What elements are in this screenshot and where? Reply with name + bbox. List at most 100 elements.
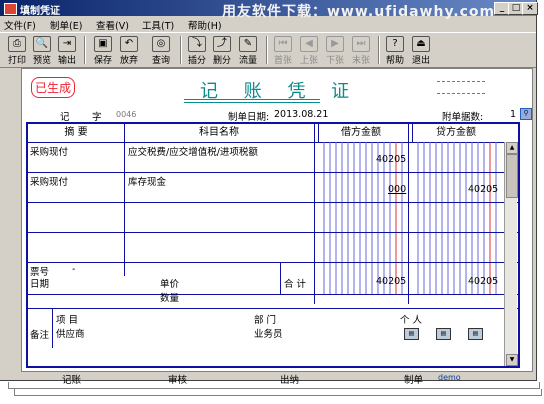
voucher-number: 0046 <box>116 110 137 119</box>
maker-value: demo <box>438 373 461 382</box>
query-button[interactable]: ◎ 查询 <box>150 35 172 66</box>
insert-line-button[interactable]: ⤵ 插分 <box>186 35 208 66</box>
total-label: 合 计 <box>284 279 307 290</box>
divider <box>318 124 319 142</box>
status-stamp: 已生成 <box>31 77 76 98</box>
cashflow-icon: ✎ <box>239 36 257 52</box>
toolbar-separator <box>180 36 182 64</box>
export-button[interactable]: ⇥ 输出 <box>56 35 78 66</box>
date-label: 制单日期: <box>228 112 270 123</box>
menu-edit[interactable]: 制单(E) <box>50 18 82 32</box>
voucher-window: 填制凭证 用友软件下载：www.ufidawhy.com _ □ × 文件(F)… <box>0 0 538 386</box>
binoculars-icon: ◎ <box>152 36 170 52</box>
entry-table: 摘 要 科目名称 借方金额 贷方金额 采购现付 应交税费/应交增值税/进项税额 … <box>26 122 520 368</box>
row-debit[interactable]: 000 <box>388 184 406 195</box>
header-account: 科目名称 <box>124 124 314 143</box>
voucher-no-label: 字 <box>92 112 102 123</box>
dotted-line <box>437 93 485 94</box>
header-credit: 贷方金额 <box>408 124 504 143</box>
app-icon <box>4 3 17 15</box>
table-row[interactable] <box>28 232 518 263</box>
date-footer-label: 日期 <box>30 279 50 290</box>
divider <box>280 262 281 294</box>
save-icon: ▣ <box>94 36 112 52</box>
undo-icon: ↶ <box>120 36 138 52</box>
close-button[interactable]: × <box>522 2 538 15</box>
card-icon[interactable]: ▤ <box>468 328 483 340</box>
card-icon[interactable]: ▤ <box>404 328 419 340</box>
total-debit: 40205 <box>376 276 407 287</box>
scroll-thumb[interactable] <box>506 154 518 198</box>
attachments-label: 附单据数: <box>442 112 484 123</box>
first-voucher-button[interactable]: ⏮ 首张 <box>272 35 294 66</box>
toolbar-separator <box>84 36 86 64</box>
title-bar[interactable]: 填制凭证 用友软件下载：www.ufidawhy.com _ □ × <box>0 0 538 20</box>
scroll-down-icon[interactable]: ▼ <box>506 354 518 366</box>
page-stack-shadow <box>8 382 540 389</box>
export-icon: ⇥ <box>58 36 76 52</box>
table-row[interactable]: 采购现付 库存现金 000 40205 <box>28 172 518 203</box>
next-voucher-button[interactable]: ▶ 下张 <box>324 35 346 66</box>
person-label: 个 人 <box>400 315 423 326</box>
header-debit: 借方金额 <box>314 124 408 143</box>
audit-label: 审核 <box>168 375 188 386</box>
print-button[interactable]: ⎙ 打印 <box>6 35 28 66</box>
toolbar: ⎙ 打印 🔍 预览 ⇥ 输出 ▣ 保存 ↶ 放弃 ◎ 查询 ⤵ 插分 ⤴ 删分 ✎ 流量 ⏮ 首张 … <box>0 32 536 68</box>
help-button[interactable]: ? 帮助 <box>384 35 406 66</box>
footer-row: 票号 - 日期 单价 数量 合 计 40205 40205 <box>28 262 518 304</box>
voucher-paper: 已生成 记 账 凭 证 记 字 0046 制单日期: 2013.08.21 附单… <box>21 68 533 372</box>
attachments-count[interactable]: 1 <box>510 109 516 120</box>
page-stack-shadow <box>14 389 542 396</box>
salesman-label: 业务员 <box>254 329 283 340</box>
printer-icon: ⎙ <box>8 36 26 52</box>
window-title: 填制凭证 <box>20 6 60 17</box>
exit-button[interactable]: ⏏ 退出 <box>410 35 432 66</box>
quantity-label: 数量 <box>160 293 180 304</box>
cashflow-button[interactable]: ✎ 流量 <box>237 35 259 66</box>
ticket-value[interactable]: - <box>72 264 75 275</box>
dotted-line <box>437 81 485 82</box>
scroll-up-icon[interactable]: ▲ <box>506 142 518 154</box>
menu-tools[interactable]: 工具(T) <box>142 18 174 32</box>
project-label: 项 目 <box>56 315 79 326</box>
preview-icon: 🔍 <box>33 36 51 52</box>
last-icon: ⏭ <box>352 36 370 52</box>
maker-label: 制单 <box>404 375 424 386</box>
row-debit[interactable]: 40205 <box>376 154 406 165</box>
magnifier-icon[interactable]: ⚲ <box>520 108 532 120</box>
supplier-label: 供应商 <box>56 329 85 340</box>
total-credit: 40205 <box>468 276 499 287</box>
delete-line-button[interactable]: ⤴ 删分 <box>211 35 233 66</box>
row-account[interactable]: 库存现金 <box>128 174 166 188</box>
table-row[interactable]: 采购现付 应交税费/应交增值税/进项税额 40205 <box>28 142 518 173</box>
cashier-label: 出纳 <box>280 375 300 386</box>
memo-divider <box>28 308 518 309</box>
divider <box>52 308 53 348</box>
next-icon: ▶ <box>326 36 344 52</box>
last-voucher-button[interactable]: ⏭ 末张 <box>350 35 372 66</box>
price-label: 单价 <box>160 279 180 290</box>
menu-help[interactable]: 帮助(H) <box>188 18 222 32</box>
divider <box>412 124 413 142</box>
voucher-type[interactable]: 记 <box>60 109 70 123</box>
row-summary[interactable]: 采购现付 <box>30 174 68 188</box>
row-summary[interactable]: 采购现付 <box>30 144 68 158</box>
row-account[interactable]: 应交税费/应交增值税/进项税额 <box>128 144 258 158</box>
prev-voucher-button[interactable]: ◀ 上张 <box>298 35 320 66</box>
exit-icon: ⏏ <box>412 36 430 52</box>
card-icon[interactable]: ▤ <box>436 328 451 340</box>
help-icon: ? <box>386 36 404 52</box>
first-icon: ⏮ <box>274 36 292 52</box>
table-row[interactable] <box>28 202 518 233</box>
row-credit[interactable]: 40205 <box>468 184 498 195</box>
discard-button[interactable]: ↶ 放弃 <box>118 35 140 66</box>
date-value[interactable]: 2013.08.21 <box>274 109 328 120</box>
preview-button[interactable]: 🔍 预览 <box>31 35 53 66</box>
menu-file[interactable]: 文件(F) <box>4 18 36 32</box>
menu-view[interactable]: 查看(V) <box>96 18 129 32</box>
save-button[interactable]: ▣ 保存 <box>92 35 114 66</box>
toolbar-separator <box>378 36 380 64</box>
vertical-scrollbar[interactable]: ▲ ▼ <box>504 142 518 366</box>
header-summary: 摘 要 <box>28 124 124 143</box>
department-label: 部 门 <box>254 315 277 326</box>
